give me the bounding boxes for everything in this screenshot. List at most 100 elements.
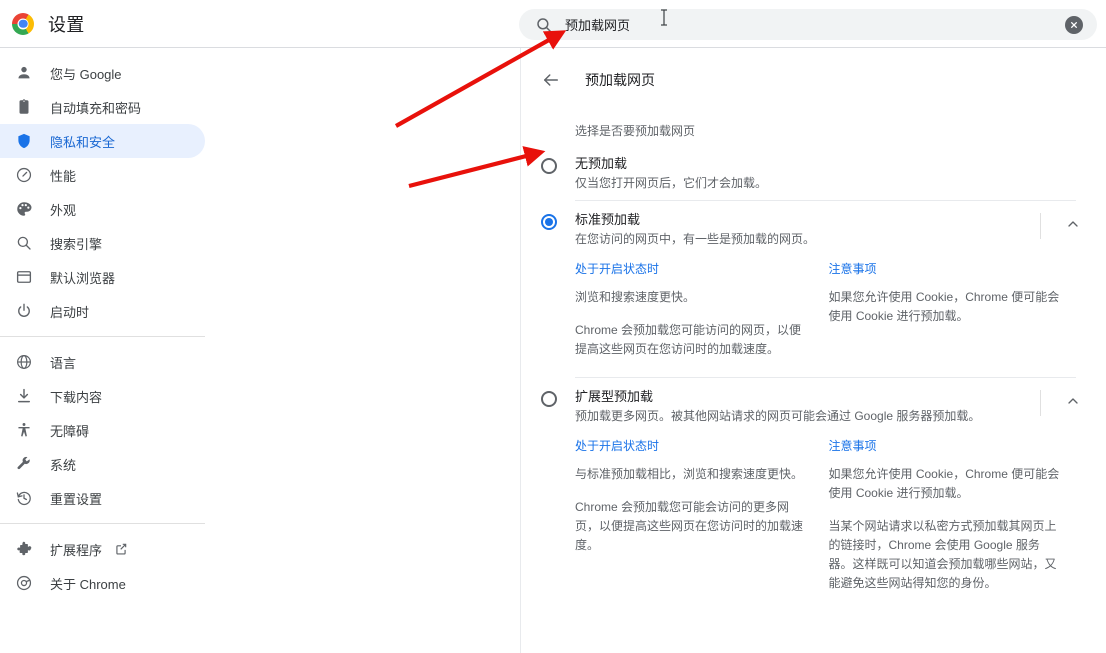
radio-option-standard-preload[interactable]: 标准预加载 在您访问的网页中，有一些是预加载的网页。 (521, 201, 1106, 256)
brand: 设置 (12, 0, 85, 47)
radio-option-subtitle: 预加载更多网页。被其他网站请求的网页可能会通过 Google 服务器预加载。 (575, 409, 981, 423)
sidebar-item-label: 无障碍 (50, 423, 90, 439)
sidebar-item-autofill-passwords[interactable]: 自动填充和密码 (0, 90, 205, 124)
radio-option-no-preload[interactable]: 无预加载 仅当您打开网页后，它们才会加载。 (521, 145, 1106, 200)
clear-search-icon[interactable] (1065, 15, 1083, 34)
sidebar-item-label: 扩展程序 (50, 542, 103, 558)
radio-option-subtitle: 在您访问的网页中，有一些是预加载的网页。 (575, 232, 816, 246)
expand-control-wrap (1040, 213, 1106, 239)
sidebar-item-default-browser[interactable]: 默认浏览器 (0, 260, 205, 294)
sidebar-item-label: 系统 (50, 457, 77, 473)
back-arrow-icon[interactable] (539, 68, 563, 92)
section-caption: 选择是否要预加载网页 (575, 124, 696, 138)
search-icon (535, 16, 553, 34)
details-paragraph: 如果您允许使用 Cookie，Chrome 便可能会使用 Cookie 进行预加… (828, 290, 1060, 323)
clipboard-icon (14, 97, 34, 117)
settings-search-bar[interactable] (519, 9, 1097, 40)
sidebar-item-downloads[interactable]: 下载内容 (0, 379, 205, 413)
sidebar-item-label: 下载内容 (50, 389, 103, 405)
search-icon (14, 233, 34, 253)
chevron-up-icon[interactable] (1064, 392, 1082, 410)
page-title-settings: 设置 (48, 14, 85, 35)
sidebar-item-label: 您与 Google (50, 66, 122, 82)
radio-option-text: 无预加载 仅当您打开网页后，它们才会加载。 (575, 155, 1028, 192)
radio-button-no-preload[interactable] (541, 158, 557, 174)
details-column-things-to-consider: 注意事项 如果您允许使用 Cookie，Chrome 便可能会使用 Cookie… (829, 437, 1083, 593)
sidebar-item-on-startup[interactable]: 启动时 (0, 294, 205, 328)
content-page-title: 预加载网页 (585, 72, 655, 88)
settings-sidebar: 您与 Google 自动填充和密码 隐私和安全 性能 外观 搜索引擎 默认浏览器… (0, 48, 521, 653)
nav-group-tertiary: 扩展程序 关于 Chrome (0, 532, 520, 600)
sidebar-item-system[interactable]: 系统 (0, 447, 205, 481)
details-paragraph: 如果您允许使用 Cookie，Chrome 便可能会使用 Cookie 进行预加… (828, 467, 1060, 500)
chevron-up-icon[interactable] (1064, 215, 1082, 233)
top-bar: 设置 (0, 0, 1106, 48)
shield-icon (14, 131, 34, 151)
sidebar-item-label: 默认浏览器 (50, 270, 116, 286)
sidebar-item-performance[interactable]: 性能 (0, 158, 205, 192)
sidebar-item-you-and-google[interactable]: 您与 Google (0, 56, 205, 90)
sidebar-item-label: 搜索引擎 (50, 236, 103, 252)
details-extended-preload: 处于开启状态时 与标准预加载相比，浏览和搜索速度更快。 Chrome 会预加载您… (521, 433, 1106, 611)
sidebar-item-accessibility[interactable]: 无障碍 (0, 413, 205, 447)
sidebar-item-label: 隐私和安全 (50, 134, 116, 150)
radio-option-subtitle: 仅当您打开网页后，它们才会加载。 (575, 176, 768, 190)
details-paragraph: Chrome 会预加载您可能访问的网页，以便提高这些网页在您访问时的加载速度。 (575, 323, 802, 356)
details-heading: 处于开启状态时 (575, 439, 660, 453)
wrench-icon (14, 454, 34, 474)
details-standard-preload: 处于开启状态时 浏览和搜索速度更快。 Chrome 会预加载您可能访问的网页，以… (521, 256, 1106, 377)
globe-icon (14, 352, 34, 372)
expand-control-wrap (1040, 390, 1106, 416)
sidebar-item-extensions[interactable]: 扩展程序 (0, 532, 205, 566)
details-column-when-on: 处于开启状态时 浏览和搜索速度更快。 Chrome 会预加载您可能访问的网页，以… (575, 260, 829, 359)
radio-option-title: 无预加载 (575, 156, 628, 171)
external-link-icon (114, 542, 128, 556)
sidebar-item-label: 外观 (50, 202, 77, 218)
sidebar-item-about-chrome[interactable]: 关于 Chrome (0, 566, 205, 600)
sidebar-item-label: 性能 (50, 168, 77, 184)
details-heading: 处于开启状态时 (575, 262, 660, 276)
nav-group-secondary: 语言 下载内容 无障碍 系统 重置设置 (0, 345, 520, 515)
chrome-outline-icon (14, 573, 34, 593)
content-header: 预加载网页 (521, 48, 1106, 104)
sidebar-item-search-engine[interactable]: 搜索引擎 (0, 226, 205, 260)
details-column-things-to-consider: 注意事项 如果您允许使用 Cookie，Chrome 便可能会使用 Cookie… (829, 260, 1083, 359)
details-heading: 注意事项 (828, 262, 877, 276)
search-input[interactable] (565, 9, 1065, 40)
details-paragraph: 当某个网站请求以私密方式预加载其网页上的链接时，Chrome 会使用 Googl… (828, 519, 1057, 590)
details-paragraph: 与标准预加载相比，浏览和搜索速度更快。 (575, 467, 804, 481)
details-column-when-on: 处于开启状态时 与标准预加载相比，浏览和搜索速度更快。 Chrome 会预加载您… (575, 437, 829, 593)
details-paragraph: 浏览和搜索速度更快。 (575, 290, 696, 304)
speedometer-icon (14, 165, 34, 185)
radio-option-title: 标准预加载 (575, 212, 641, 227)
radio-button-extended-preload[interactable] (541, 391, 557, 407)
radio-option-extended-preload[interactable]: 扩展型预加载 预加载更多网页。被其他网站请求的网页可能会通过 Google 服务… (521, 378, 1106, 433)
radio-option-text: 标准预加载 在您访问的网页中，有一些是预加载的网页。 (575, 211, 1028, 248)
sidebar-item-privacy-security[interactable]: 隐私和安全 (0, 124, 205, 158)
chrome-logo-icon (12, 12, 34, 35)
vertical-divider (1040, 390, 1041, 416)
radio-option-title: 扩展型预加载 (575, 389, 654, 404)
sidebar-item-label: 启动时 (50, 304, 90, 320)
power-icon (14, 301, 34, 321)
sidebar-item-appearance[interactable]: 外观 (0, 192, 205, 226)
download-icon (14, 386, 34, 406)
radio-button-standard-preload[interactable] (541, 214, 557, 230)
sidebar-item-label: 重置设置 (50, 491, 103, 507)
sidebar-divider (0, 523, 205, 524)
history-restore-icon (14, 488, 34, 508)
sidebar-divider (0, 336, 205, 337)
sidebar-item-label: 自动填充和密码 (50, 100, 142, 116)
sidebar-item-languages[interactable]: 语言 (0, 345, 205, 379)
sidebar-item-label: 语言 (50, 355, 77, 371)
browser-window-icon (14, 267, 34, 287)
puzzle-icon (14, 539, 34, 559)
palette-icon (14, 199, 34, 219)
nav-group-primary: 您与 Google 自动填充和密码 隐私和安全 性能 外观 搜索引擎 默认浏览器… (0, 48, 520, 328)
person-icon (14, 63, 34, 83)
radio-option-text: 扩展型预加载 预加载更多网页。被其他网站请求的网页可能会通过 Google 服务… (575, 388, 1028, 425)
details-paragraph: Chrome 会预加载您可能会访问的更多网页，以便提高这些网页在您访问时的加载速… (575, 500, 804, 552)
vertical-divider (1040, 213, 1041, 239)
sidebar-item-reset-settings[interactable]: 重置设置 (0, 481, 205, 515)
accessibility-icon (14, 420, 34, 440)
